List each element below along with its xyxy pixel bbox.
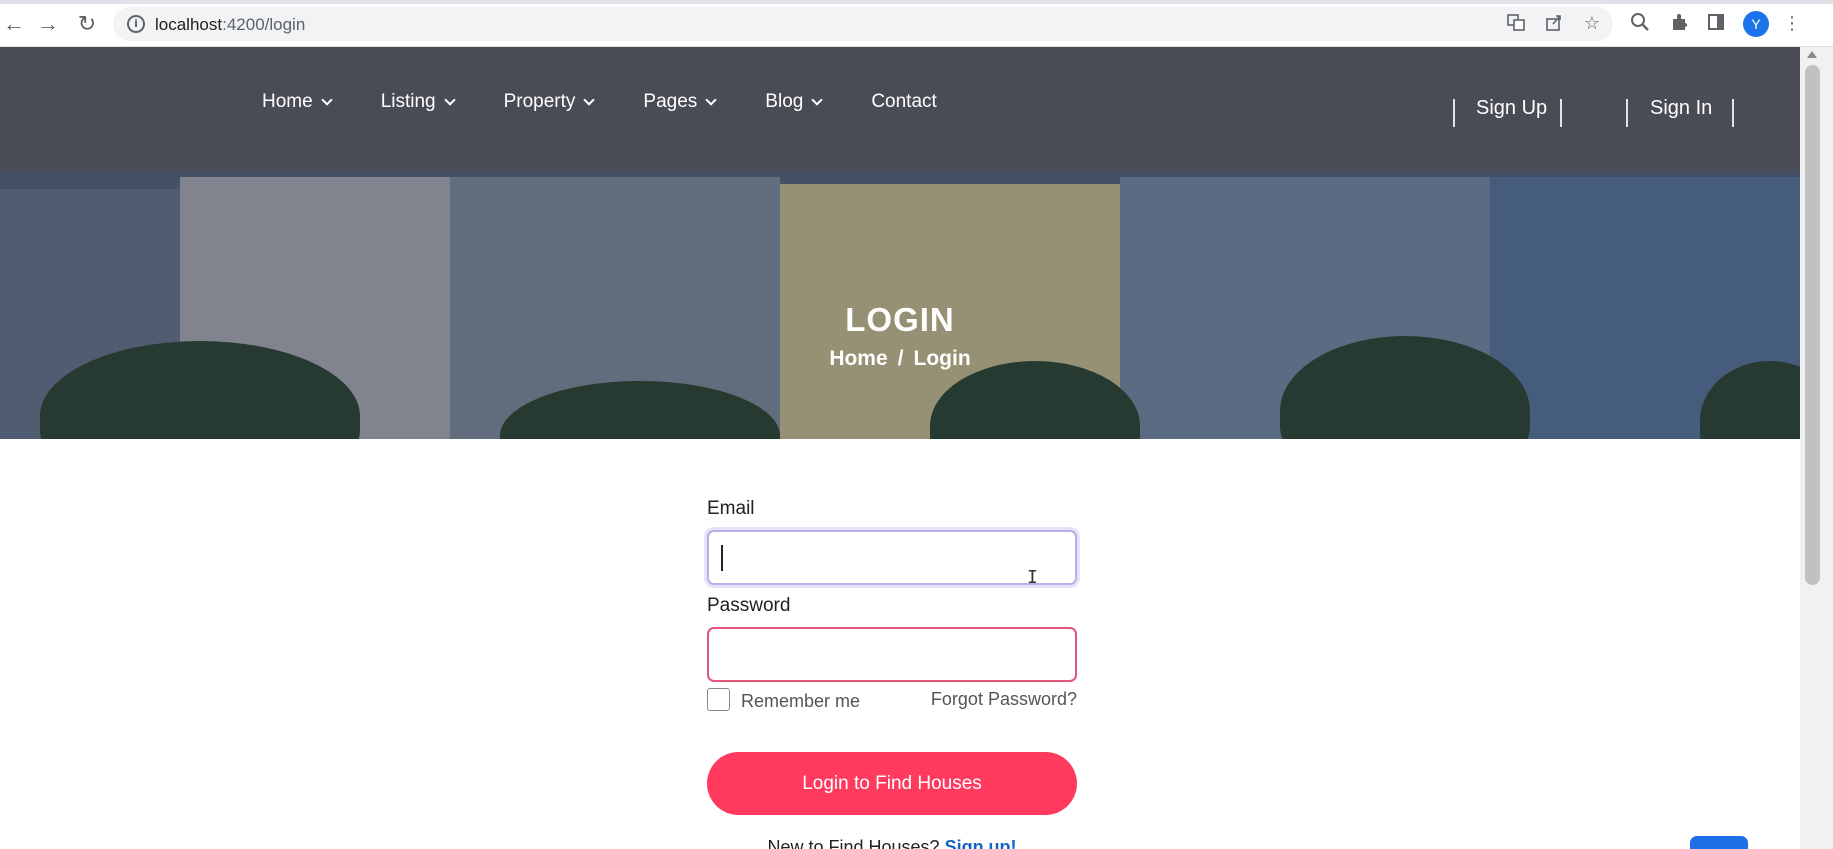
tab-strip <box>0 0 1833 4</box>
breadcrumb: Home / Login <box>0 347 1800 371</box>
sign-in-link[interactable]: Sign In <box>1650 97 1712 120</box>
nav-listing[interactable]: Listing <box>380 91 456 113</box>
back-icon[interactable]: ← <box>0 10 28 38</box>
nav-pages[interactable]: Pages <box>643 91 717 113</box>
main-nav: Home Listing Property Pages Blog Contact <box>262 91 987 113</box>
zoom-icon[interactable] <box>1628 12 1652 36</box>
profile-avatar[interactable]: Y <box>1743 11 1769 37</box>
chat-widget-button[interactable] <box>1690 836 1748 849</box>
url-path: :4200/login <box>222 15 306 34</box>
nav-blog[interactable]: Blog <box>765 91 823 113</box>
login-button[interactable]: Login to Find Houses <box>707 752 1077 815</box>
login-form: Email I Password Remember me Forgot Pass… <box>707 498 1077 849</box>
divider <box>1732 99 1734 127</box>
chevron-down-icon <box>443 94 456 106</box>
sign-up-link[interactable]: Sign Up <box>1476 97 1547 120</box>
nav-label: Contact <box>871 91 937 112</box>
text-caret <box>721 545 723 571</box>
nav-label: Property <box>503 91 576 112</box>
page-title: LOGIN <box>845 301 955 338</box>
forgot-password-link[interactable]: Forgot Password? <box>931 689 1077 710</box>
extensions-icon[interactable] <box>1667 12 1691 36</box>
nav-home[interactable]: Home <box>262 91 333 113</box>
chevron-down-icon <box>583 94 596 106</box>
breadcrumb-home[interactable]: Home <box>829 347 887 371</box>
page-scrollbar[interactable] <box>1800 47 1833 849</box>
nav-label: Blog <box>765 91 804 112</box>
chevron-down-icon <box>811 94 823 106</box>
email-field[interactable]: I <box>707 530 1077 588</box>
breadcrumb-current: Login <box>913 347 971 370</box>
menu-icon[interactable]: ⋮ <box>1780 12 1804 36</box>
nav-label: Pages <box>643 91 698 112</box>
nav-contact[interactable]: Contact <box>871 91 936 113</box>
divider <box>1560 99 1562 127</box>
chevron-down-icon <box>321 94 333 106</box>
nav-label: Home <box>262 91 313 112</box>
address-url[interactable]: localhost:4200/login <box>155 15 305 35</box>
browser-toolbar: ← → ↻ i localhost:4200/login ☆ Y ⋮ <box>0 0 1833 47</box>
breadcrumb-separator: / <box>897 347 904 370</box>
reload-icon[interactable]: ↻ <box>73 10 101 38</box>
password-label: Password <box>707 595 791 616</box>
divider <box>1626 99 1628 127</box>
forward-icon[interactable]: → <box>34 10 62 38</box>
remember-me-checkbox[interactable] <box>707 688 730 711</box>
translate-icon[interactable] <box>1504 12 1528 36</box>
sidepanel-icon[interactable] <box>1704 12 1728 36</box>
scroll-up-arrow-icon[interactable] <box>1807 51 1817 58</box>
scrollbar-thumb[interactable] <box>1805 65 1820 585</box>
divider <box>1453 99 1455 127</box>
site-info-icon[interactable]: i <box>127 15 145 33</box>
hero-banner: LOGIN Home / Login <box>0 171 1800 439</box>
signup-prompt-text: New to Find Houses? <box>767 837 940 849</box>
text-cursor-icon: I <box>1027 567 1038 588</box>
signup-link[interactable]: Sign up! <box>945 837 1017 849</box>
chevron-down-icon <box>705 94 717 106</box>
form-options-row: Remember me Forgot Password? <box>707 686 1077 716</box>
browser-window: ← → ↻ i localhost:4200/login ☆ Y ⋮ Home … <box>0 0 1833 849</box>
url-host: localhost <box>155 15 223 34</box>
star-icon[interactable]: ☆ <box>1580 12 1604 36</box>
nav-property[interactable]: Property <box>503 91 596 113</box>
nav-label: Listing <box>380 91 436 112</box>
signup-prompt: New to Find Houses? Sign up! <box>707 837 1077 849</box>
site-header: Home Listing Property Pages Blog Contact… <box>0 47 1800 171</box>
remember-me-label[interactable]: Remember me <box>741 691 860 712</box>
address-bar[interactable]: i localhost:4200/login <box>113 7 1613 41</box>
email-label: Email <box>707 498 755 519</box>
password-field[interactable] <box>707 627 1077 682</box>
share-icon[interactable] <box>1542 12 1566 36</box>
